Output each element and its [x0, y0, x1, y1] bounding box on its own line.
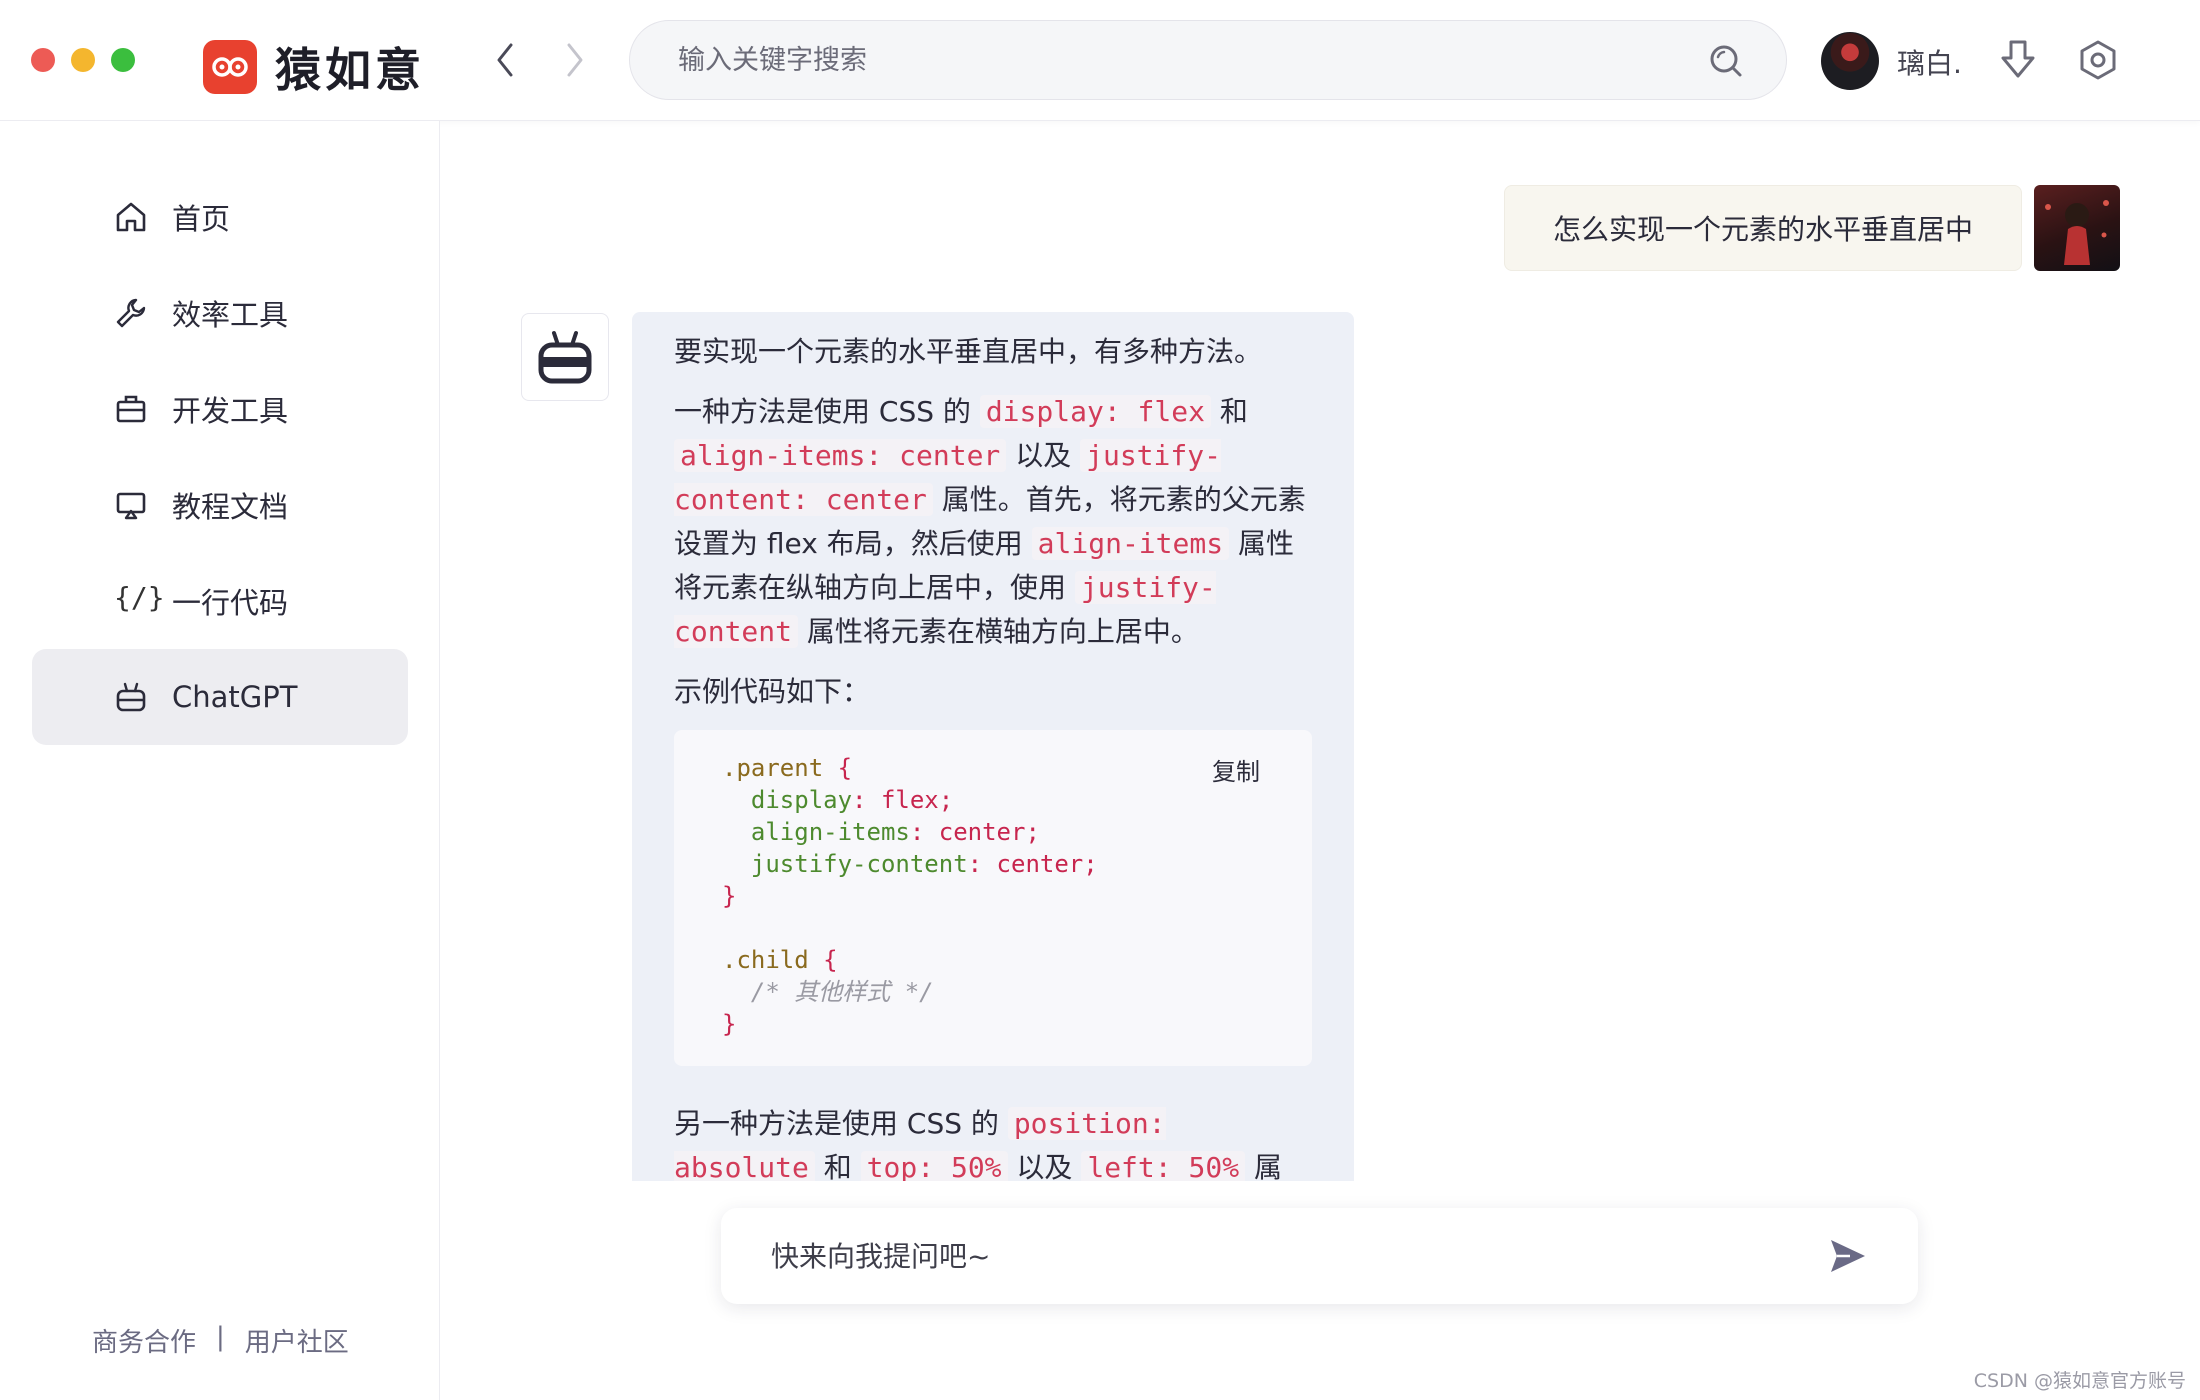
sidebar-footer: 商务合作 | 用户社区 — [92, 1322, 349, 1359]
maximize-window-button[interactable] — [111, 48, 135, 72]
community-link[interactable]: 用户社区 — [245, 1322, 349, 1359]
code-value: : flex; — [852, 786, 954, 814]
chat-area: 怎么实现一个元素的水平垂直居中 要实现一个元素的水平垂直居中，有多种方法。 一种… — [441, 121, 2200, 1181]
bot-message: 要实现一个元素的水平垂直居中，有多种方法。 一种方法是使用 CSS 的 disp… — [632, 312, 1354, 1181]
inline-code: left: 50% — [1081, 1151, 1246, 1181]
sidebar-item-chatgpt[interactable]: ChatGPT — [32, 649, 408, 745]
answer-text: 以及 — [1007, 1151, 1082, 1181]
brand-logo-icon — [203, 40, 257, 94]
settings-icon — [2080, 40, 2116, 80]
send-icon[interactable] — [1828, 1236, 1868, 1276]
user-avatar[interactable] — [1821, 32, 1879, 90]
sidebar-item-label: 教程文档 — [172, 490, 289, 524]
answer-text: 属性将元素在横轴方向上居中。 — [798, 615, 1199, 648]
search-icon[interactable] — [1708, 43, 1744, 79]
sidebar-item-tutorials[interactable]: 教程文档 — [32, 457, 408, 553]
code-selector: .child — [722, 946, 809, 974]
code-brace: } — [722, 882, 737, 910]
brand-name: 猿如意 — [275, 43, 425, 97]
watermark: CSDN @猿如意官方账号 — [1973, 1370, 2186, 1392]
monitor-icon — [116, 492, 146, 520]
example-label: 示例代码如下： — [674, 675, 871, 708]
code-line: } — [722, 1008, 1264, 1040]
code-line: display: flex; — [722, 784, 1264, 816]
inline-code: align-items: center — [674, 439, 1007, 472]
chevron-right-icon — [567, 43, 583, 77]
close-window-button[interactable] — [31, 48, 55, 72]
answer-text: 和 — [814, 1151, 861, 1181]
code-block: 复制 .parent { display: flex; align-items:… — [674, 730, 1312, 1066]
download-icon — [2001, 40, 2035, 78]
code-brace: { — [808, 946, 838, 974]
code-line: justify-content: center; — [722, 848, 1264, 880]
forward-button[interactable] — [560, 40, 590, 80]
window-controls — [31, 48, 135, 72]
username[interactable]: 璃白. — [1897, 42, 1962, 82]
sidebar-item-label: 效率工具 — [172, 298, 289, 332]
code-property: display — [722, 786, 853, 814]
back-button[interactable] — [490, 40, 520, 80]
top-bar: 猿如意 璃白. — [0, 0, 2200, 121]
code-property: justify-content — [722, 850, 968, 878]
download-button[interactable] — [1998, 38, 2038, 82]
code-line: /* 其他样式 */ — [722, 976, 1264, 1008]
app-window: 猿如意 璃白. — [0, 0, 2200, 1400]
settings-button[interactable] — [2076, 38, 2120, 82]
answer-paragraph-2: 另一种方法是使用 CSS 的 position: absolute 和 top:… — [674, 1102, 1312, 1181]
sidebar-item-label: 首页 — [172, 202, 231, 236]
sidebar-item-label: 开发工具 — [172, 394, 289, 428]
code-line: .parent { — [722, 752, 1264, 784]
inline-code: align-items — [1031, 527, 1230, 560]
robot-icon — [116, 682, 146, 712]
answer-text: 另一种方法是使用 CSS 的 — [674, 1107, 1008, 1140]
code-selector: .parent — [722, 754, 824, 782]
briefcase-icon — [116, 395, 146, 423]
sidebar-item-dev-tools[interactable]: 开发工具 — [32, 361, 408, 457]
code-comment: /* 其他样式 */ — [722, 978, 934, 1006]
code-icon: {/} — [114, 581, 165, 614]
code-line: .child { — [722, 944, 1264, 976]
search-input[interactable] — [678, 21, 1678, 99]
message-composer — [721, 1208, 1918, 1304]
minimize-window-button[interactable] — [71, 48, 95, 72]
answer-text: 和 — [1210, 395, 1248, 428]
inline-code: top: 50% — [860, 1151, 1008, 1181]
code-line: align-items: center; — [722, 816, 1264, 848]
user-message: 怎么实现一个元素的水平垂直居中 — [1504, 185, 2022, 271]
chevron-left-icon — [497, 43, 513, 77]
business-link[interactable]: 商务合作 — [92, 1322, 196, 1359]
code-line: } — [722, 880, 1264, 912]
code-value: : center; — [967, 850, 1098, 878]
answer-intro: 要实现一个元素的水平垂直居中，有多种方法。 — [674, 335, 1263, 368]
code-brace: { — [823, 754, 853, 782]
sidebar-item-home[interactable]: 首页 — [32, 169, 408, 265]
code-brace: } — [722, 1010, 737, 1038]
search-bar — [629, 20, 1787, 100]
answer-paragraph-1: 一种方法是使用 CSS 的 display: flex 和 align-item… — [674, 390, 1312, 654]
user-avatar-image — [2045, 200, 2109, 265]
message-input[interactable] — [771, 1208, 1771, 1304]
home-icon — [116, 202, 146, 232]
footer-separator: | — [216, 1322, 225, 1352]
user-message-avatar — [2034, 185, 2120, 271]
code-value: : center; — [909, 818, 1040, 846]
wrench-icon — [116, 298, 146, 328]
sidebar-item-one-line-code[interactable]: {/} 一行代码 — [32, 553, 408, 649]
sidebar: 首页 效率工具 开发工具 教程文档 {/} 一行代码 ChatGPT 商务合作 … — [0, 121, 440, 1400]
code-property: align-items — [722, 818, 910, 846]
copy-button[interactable]: 复制 — [1212, 756, 1260, 788]
inline-code: display: flex — [979, 395, 1211, 428]
user-message-text: 怎么实现一个元素的水平垂直居中 — [1552, 213, 1973, 246]
answer-text: 一种方法是使用 CSS 的 — [674, 395, 980, 428]
robot-icon — [538, 331, 592, 384]
answer-text: 以及 — [1006, 439, 1081, 472]
sidebar-item-efficiency-tools[interactable]: 效率工具 — [32, 265, 408, 361]
sidebar-item-label: ChatGPT — [172, 680, 298, 714]
sidebar-item-label: 一行代码 — [172, 586, 289, 620]
bot-avatar — [521, 313, 609, 401]
brand[interactable]: 猿如意 — [203, 34, 425, 100]
